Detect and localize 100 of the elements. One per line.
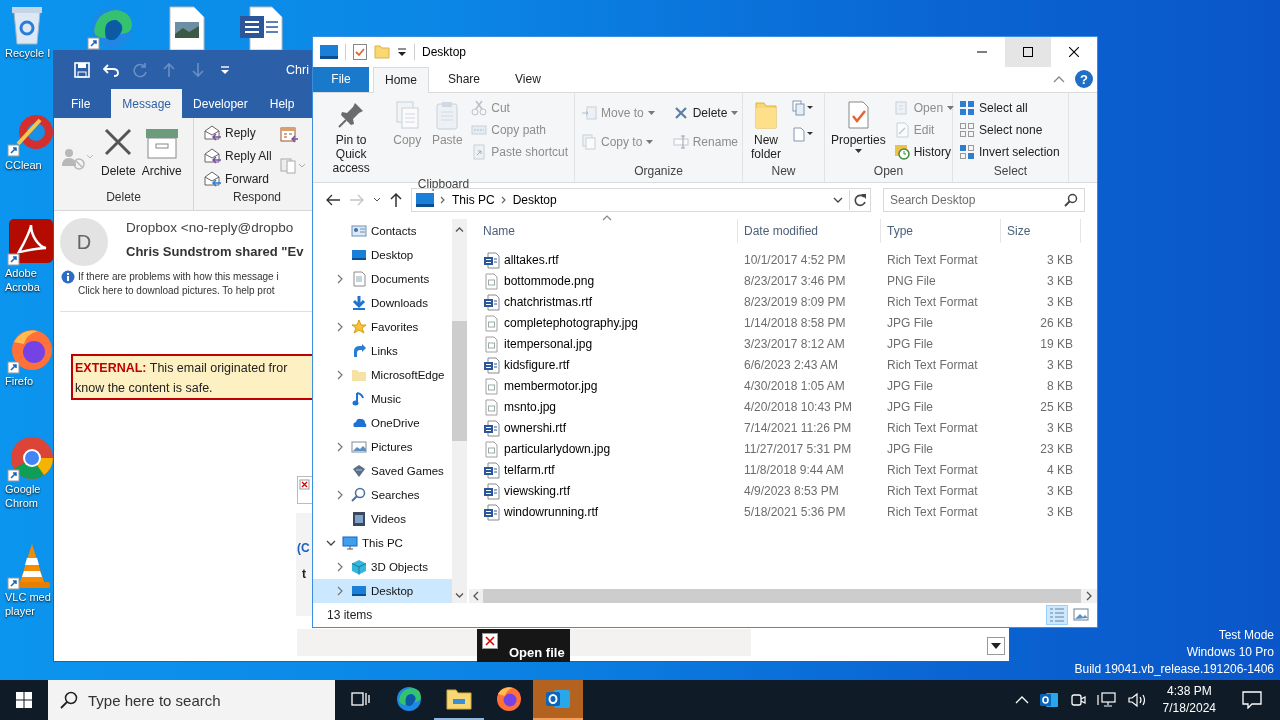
scrollbar-thumb[interactable] (452, 320, 467, 441)
file-name[interactable]: msnto.jpg (504, 400, 557, 415)
file-icon (483, 314, 500, 332)
word-document-icon[interactable] (238, 6, 284, 50)
group-label: Organize (633, 163, 684, 180)
nav-item[interactable]: OneDrive (313, 410, 452, 435)
ribbon-tab[interactable]: Developer (182, 89, 259, 118)
file-name[interactable]: kidsfigure.rtf (504, 358, 570, 373)
search-field[interactable]: Search Desktop (883, 187, 1085, 212)
word-document-icon (483, 356, 500, 374)
dropdown-button[interactable] (987, 637, 1005, 655)
undo-icon[interactable] (103, 62, 119, 78)
search-icon (60, 691, 78, 709)
nav-item[interactable]: Videos (313, 506, 452, 531)
file-name[interactable]: telfarm.rtf (504, 463, 555, 478)
nav-item[interactable]: Documents (313, 266, 452, 291)
dropdown-icon[interactable] (833, 196, 843, 203)
nav-item[interactable]: Contacts (313, 218, 452, 243)
maximize-button[interactable] (1005, 37, 1051, 67)
file-name[interactable]: ownershi.rtf (504, 421, 567, 436)
collapse-ribbon-icon[interactable] (1053, 75, 1065, 84)
file-name[interactable]: chatchristmas.rtf (504, 295, 593, 310)
file-size: 4 KB (1046, 463, 1074, 478)
search-field[interactable]: Type here to search (48, 680, 335, 720)
date-modified: 1/14/2018 8:58 PM (743, 316, 847, 331)
ribbon-tab[interactable]: Help (258, 89, 306, 118)
monitor-icon (416, 192, 434, 207)
nav-item[interactable]: Desktop (313, 242, 452, 267)
nav-item[interactable]: Desktop (313, 578, 452, 603)
nav-item[interactable]: Links (313, 338, 452, 363)
calendar-icon[interactable] (279, 126, 298, 144)
file-name[interactable]: membermotor.jpg (504, 379, 598, 394)
desktop-icon-label: Firefo (4, 374, 34, 388)
column-header[interactable]: Size (1001, 218, 1081, 243)
ribbon-button[interactable]: Pin to Quick access (316, 96, 387, 177)
image-file-icon[interactable] (168, 6, 206, 50)
breadcrumb[interactable]: Desktop (512, 192, 557, 207)
vertical-scrollbar[interactable] (452, 218, 467, 604)
column-header[interactable]: Name (477, 218, 738, 243)
save-icon[interactable] (74, 62, 90, 78)
ribbon-button[interactable]: Reply (202, 121, 274, 144)
ribbon-button[interactable]: Select all (956, 96, 1063, 119)
ribbon-button[interactable]: Forward (202, 167, 274, 190)
link-text[interactable]: (C (297, 541, 310, 555)
ribbon-button[interactable]: Invert selection (956, 140, 1063, 163)
ribbon-tab[interactable]: File (60, 89, 102, 118)
file-name[interactable]: particularlydown.jpg (504, 442, 611, 457)
ribbon-button[interactable]: New folder (746, 96, 786, 163)
file-name[interactable]: bottommode.png (504, 274, 595, 289)
ribbon-tab[interactable]: Share (432, 66, 497, 92)
document-icon (791, 125, 813, 142)
ribbon-button[interactable]: Reply All (202, 144, 274, 167)
ribbon-tab[interactable]: Home (373, 66, 429, 93)
archive-button[interactable]: Archive (138, 126, 185, 178)
new-item-icon (791, 99, 813, 116)
ribbon-button[interactable]: Select none (956, 118, 1063, 141)
desktop-icon-label: Recycle I (4, 46, 51, 60)
ribbon-tab[interactable]: Message (111, 89, 183, 118)
ribbon-tab[interactable]: View (499, 66, 557, 92)
acrobat-icon[interactable] (6, 218, 53, 266)
breadcrumb[interactable]: This PC (452, 192, 495, 207)
info-icon (61, 270, 75, 284)
chrome-icon[interactable] (6, 434, 53, 482)
ribbon-button[interactable]: Delete (669, 98, 742, 128)
file-name[interactable]: viewsking.rtf (504, 484, 571, 499)
clock-time[interactable]: 4:38 PM (1166, 683, 1212, 700)
nav-item[interactable]: Favorites (313, 314, 452, 339)
chevron-icon[interactable] (500, 195, 507, 204)
open-file-button[interactable]: Open file (477, 629, 570, 662)
file-size: 3 KB (1046, 295, 1074, 310)
file-name[interactable]: alltakes.rtf (504, 253, 559, 268)
monitor-icon[interactable] (320, 44, 338, 59)
delete-button[interactable]: Delete (98, 126, 139, 178)
column-header[interactable]: Type (881, 218, 1001, 243)
file-type: Rich Text Format (886, 253, 979, 268)
ribbon-button[interactable]: Properties (828, 96, 889, 155)
word-document-icon (483, 482, 500, 500)
nav-item[interactable]: MicrosoftEdge (313, 362, 452, 387)
info-text[interactable]: If there are problems with how this message i (78, 270, 279, 284)
date-modified: 8/23/2019 8:09 PM (743, 295, 847, 310)
file-menu-button[interactable]: File (313, 66, 369, 92)
nav-item[interactable]: This PC (313, 530, 452, 555)
column-header[interactable]: Date modified (738, 218, 881, 243)
properties-icon[interactable] (353, 43, 367, 60)
file-name[interactable]: windowrunning.rtf (504, 505, 599, 520)
nav-item[interactable]: Searches (313, 482, 452, 507)
file-name[interactable]: completephotography.jpg (504, 316, 638, 331)
nav-item[interactable]: 3D Objects (313, 554, 452, 579)
chevron-icon[interactable] (440, 195, 446, 204)
nav-item[interactable]: Music (313, 386, 452, 411)
nav-item[interactable]: Downloads (313, 290, 452, 315)
file-name[interactable]: itempersonal.jpg (504, 337, 593, 352)
nav-item[interactable]: Saved Games (313, 458, 452, 483)
date-modified: 5/18/2021 5:36 PM (743, 505, 847, 520)
clock-date[interactable]: 7/18/2024 (1162, 700, 1216, 717)
help-button[interactable]: ? (1075, 70, 1093, 89)
ribbon-button[interactable]: History (890, 140, 958, 163)
file-type: JPG File (886, 379, 934, 394)
info-text[interactable]: Click here to download pictures. To help prot (78, 284, 279, 298)
nav-item[interactable]: Pictures (313, 434, 452, 459)
